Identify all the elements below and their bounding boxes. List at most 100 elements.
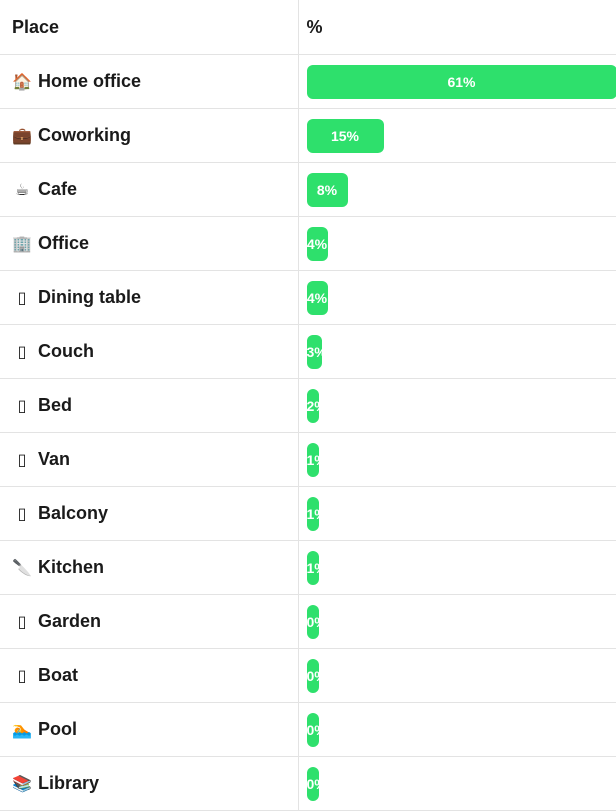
table-row: ▯ Van 1% xyxy=(0,433,616,487)
bar-value-label: 2% xyxy=(307,389,327,423)
bar-value-label: 0% xyxy=(307,767,327,801)
place-label: Garden xyxy=(38,611,101,631)
table-body: 🏠 Home office 61% 💼 Coworking 15% ☕ Cafe 8% 🏢 Offi… xyxy=(0,55,616,811)
percent-cell: 0% xyxy=(298,595,616,649)
table-row: ▯ Dining table 4% xyxy=(0,271,616,325)
bar-value-label: 8% xyxy=(317,173,337,207)
place-label: Bed xyxy=(38,395,72,415)
column-header-place: Place xyxy=(0,0,298,55)
place-cell: 📚 Library xyxy=(0,757,298,811)
percent-table: Place % 🏠 Home office 61% 💼 Coworking 15% ☕ Caf… xyxy=(0,0,616,811)
place-cell: 🔪 Kitchen xyxy=(0,541,298,595)
percent-cell: 0% xyxy=(298,757,616,811)
missing-glyph-icon: ▯ xyxy=(12,342,32,361)
place-label: Home office xyxy=(38,71,141,91)
bar-track: 0% xyxy=(307,659,616,693)
place-cell: ▯ Couch xyxy=(0,325,298,379)
place-label: Balcony xyxy=(38,503,108,523)
place-cell: ☕ Cafe xyxy=(0,163,298,217)
percent-cell: 1% xyxy=(298,487,616,541)
place-label: Cafe xyxy=(38,179,77,199)
bar-track: 1% xyxy=(307,497,616,531)
bar-value-label: 4% xyxy=(307,281,327,315)
place-label: Boat xyxy=(38,665,78,685)
briefcase-icon: 💼 xyxy=(12,126,32,145)
table-row: ▯ Balcony 1% xyxy=(0,487,616,541)
place-label: Pool xyxy=(38,719,77,739)
place-cell: 🏢 Office xyxy=(0,217,298,271)
place-cell: ▯ Dining table xyxy=(0,271,298,325)
place-label: Library xyxy=(38,773,99,793)
table-row: ▯ Couch 3% xyxy=(0,325,616,379)
place-label: Office xyxy=(38,233,89,253)
column-header-percent: % xyxy=(298,0,616,55)
table-row: ☕ Cafe 8% xyxy=(0,163,616,217)
percent-cell: 4% xyxy=(298,271,616,325)
place-label: Dining table xyxy=(38,287,141,307)
place-cell: 🏊 Pool xyxy=(0,703,298,757)
place-label: Kitchen xyxy=(38,557,104,577)
place-cell: ▯ Balcony xyxy=(0,487,298,541)
house-icon: 🏠 xyxy=(12,72,32,91)
bar-value-label: 0% xyxy=(307,659,327,693)
bar-value-label: 15% xyxy=(331,119,359,153)
bar-track: 3% xyxy=(307,335,616,369)
table-row: 📚 Library 0% xyxy=(0,757,616,811)
place-cell: ▯ Van xyxy=(0,433,298,487)
missing-glyph-icon: ▯ xyxy=(12,450,32,469)
bar-track: 4% xyxy=(307,281,616,315)
percent-cell: 0% xyxy=(298,703,616,757)
bar-track: 1% xyxy=(307,443,616,477)
coffee-icon: ☕ xyxy=(12,180,32,199)
bar-track: 0% xyxy=(307,767,616,801)
percent-cell: 0% xyxy=(298,649,616,703)
missing-glyph-icon: ▯ xyxy=(12,288,32,307)
bar-track: 61% xyxy=(307,65,616,99)
table-row: 🏠 Home office 61% xyxy=(0,55,616,109)
place-label: Coworking xyxy=(38,125,131,145)
place-cell: ▯ Bed xyxy=(0,379,298,433)
bar-track: 15% xyxy=(307,119,616,153)
swimmer-icon: 🏊 xyxy=(12,720,32,739)
place-cell: 🏠 Home office xyxy=(0,55,298,109)
table-row: ▯ Garden 0% xyxy=(0,595,616,649)
bar-track: 8% xyxy=(307,173,616,207)
table-row: 🏢 Office 4% xyxy=(0,217,616,271)
missing-glyph-icon: ▯ xyxy=(12,504,32,523)
bar-track: 0% xyxy=(307,605,616,639)
bar-track: 2% xyxy=(307,389,616,423)
table-row: 💼 Coworking 15% xyxy=(0,109,616,163)
building-icon: 🏢 xyxy=(12,234,32,253)
bar-track: 1% xyxy=(307,551,616,585)
table-row: 🔪 Kitchen 1% xyxy=(0,541,616,595)
bar-value-label: 0% xyxy=(307,605,327,639)
percent-cell: 8% xyxy=(298,163,616,217)
table-row: ▯ Bed 2% xyxy=(0,379,616,433)
place-cell: ▯ Garden xyxy=(0,595,298,649)
bar-track: 4% xyxy=(307,227,616,261)
bar-track: 0% xyxy=(307,713,616,747)
place-label: Couch xyxy=(38,341,94,361)
place-cell: ▯Boat xyxy=(0,649,298,703)
place-cell: 💼 Coworking xyxy=(0,109,298,163)
percent-table-container: Place % 🏠 Home office 61% 💼 Coworking 15% ☕ Caf… xyxy=(0,0,616,799)
knife-icon: 🔪 xyxy=(12,558,32,577)
percent-cell: 2% xyxy=(298,379,616,433)
bar-value-label: 0% xyxy=(307,713,327,747)
table-row: 🏊 Pool 0% xyxy=(0,703,616,757)
bar-value-label: 1% xyxy=(307,497,327,531)
books-icon: 📚 xyxy=(12,774,32,793)
bar-value-label: 1% xyxy=(307,443,327,477)
percent-cell: 61% xyxy=(298,55,616,109)
bar-value-label: 61% xyxy=(447,65,475,99)
percent-cell: 1% xyxy=(298,541,616,595)
bar-value-label: 4% xyxy=(307,227,327,261)
missing-glyph-icon: ▯ xyxy=(12,396,32,415)
percent-cell: 15% xyxy=(298,109,616,163)
percent-cell: 4% xyxy=(298,217,616,271)
missing-glyph-icon: ▯ xyxy=(12,612,32,631)
place-label: Van xyxy=(38,449,70,469)
percent-cell: 1% xyxy=(298,433,616,487)
percent-cell: 3% xyxy=(298,325,616,379)
table-header-row: Place % xyxy=(0,0,616,55)
